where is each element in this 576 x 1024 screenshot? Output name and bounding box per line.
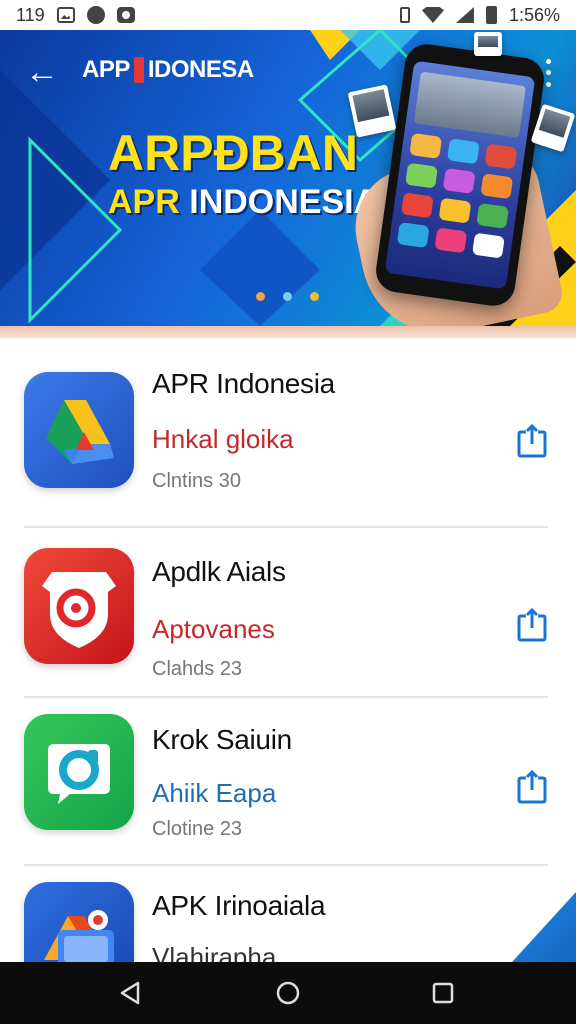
wifi-icon	[421, 7, 444, 23]
carousel-dot[interactable]	[283, 292, 292, 301]
list-item[interactable]: Apdlk Aials Aptovanes Clahds 23	[0, 528, 576, 698]
share-icon[interactable]	[516, 608, 548, 642]
app-subtitle: Hnkal gloika	[152, 424, 294, 454]
app-meta: Clntins 30	[152, 470, 241, 492]
app-title: Apdlk Aials	[152, 556, 286, 587]
nav-back-icon[interactable]	[118, 980, 144, 1006]
carousel-indicator[interactable]	[256, 292, 319, 301]
list-item[interactable]: APR Indonesia Hnkal gloika Clntins 30	[0, 338, 576, 508]
share-icon[interactable]	[516, 770, 548, 804]
app-list: APR Indonesia Hnkal gloika Clntins 30 Ap…	[0, 338, 576, 962]
app-title: Krok Saiuin	[152, 724, 292, 755]
photo-sticker	[474, 32, 502, 56]
chat-bubble-icon	[24, 714, 134, 830]
arrow-left-icon: ←	[25, 53, 59, 91]
nav-home-icon[interactable]	[275, 980, 301, 1006]
status-bar: 119 1:56%	[0, 0, 576, 30]
promo-banner[interactable]: ← APP IDONESA ARPƉBAN APR INDONESIA	[0, 30, 576, 326]
app-title: APK Irinoaiala	[152, 890, 326, 921]
share-icon[interactable]	[516, 424, 548, 458]
app-subtitle: Vlahirapha	[152, 942, 277, 962]
signal-icon	[455, 7, 474, 23]
carousel-dot[interactable]	[310, 292, 319, 301]
banner-headline: ARPƉBAN APR INDONESIA	[108, 126, 378, 221]
folder-drive-icon	[24, 882, 134, 962]
headline-line2: APR INDONESIA	[108, 183, 379, 221]
app-subtitle: Aptovanes	[152, 614, 275, 644]
app-meta: Clahds 23	[152, 658, 243, 680]
status-left-text: 119	[16, 4, 45, 25]
status-right: 1:56%	[399, 4, 560, 26]
app-meta: Clotine 23	[152, 818, 243, 840]
vibrate-icon	[399, 7, 410, 23]
nav-recents-icon[interactable]	[430, 980, 456, 1006]
headline-line1: ARPƉBAN	[108, 125, 358, 181]
banner-edge	[0, 326, 576, 338]
camera-icon	[116, 7, 135, 23]
shield-icon	[24, 548, 134, 664]
status-time: 1:56%	[508, 4, 560, 25]
list-item[interactable]: Krok Saiuin Ahiik Eapa Clotine 23	[0, 698, 576, 868]
brand-text-part1: APP	[82, 56, 130, 83]
status-left: 119	[16, 5, 135, 26]
system-nav-bar	[0, 962, 576, 1024]
chat-icon	[86, 6, 105, 24]
list-item[interactable]: APK Irinoaiala Vlahirapha	[0, 866, 576, 962]
battery-icon	[485, 6, 497, 24]
app-subtitle: Ahiik Eapa	[152, 778, 277, 808]
brand-text-part2: IDONESA	[147, 56, 254, 83]
app-title: APR Indonesia	[152, 368, 335, 399]
brand-mark-icon	[133, 57, 144, 83]
carousel-dot[interactable]	[256, 292, 265, 301]
gallery-icon	[56, 7, 75, 23]
drive-triangle-icon	[24, 372, 134, 488]
brand-logo: APP IDONESA	[82, 56, 254, 84]
back-button[interactable]: ←	[22, 52, 62, 92]
